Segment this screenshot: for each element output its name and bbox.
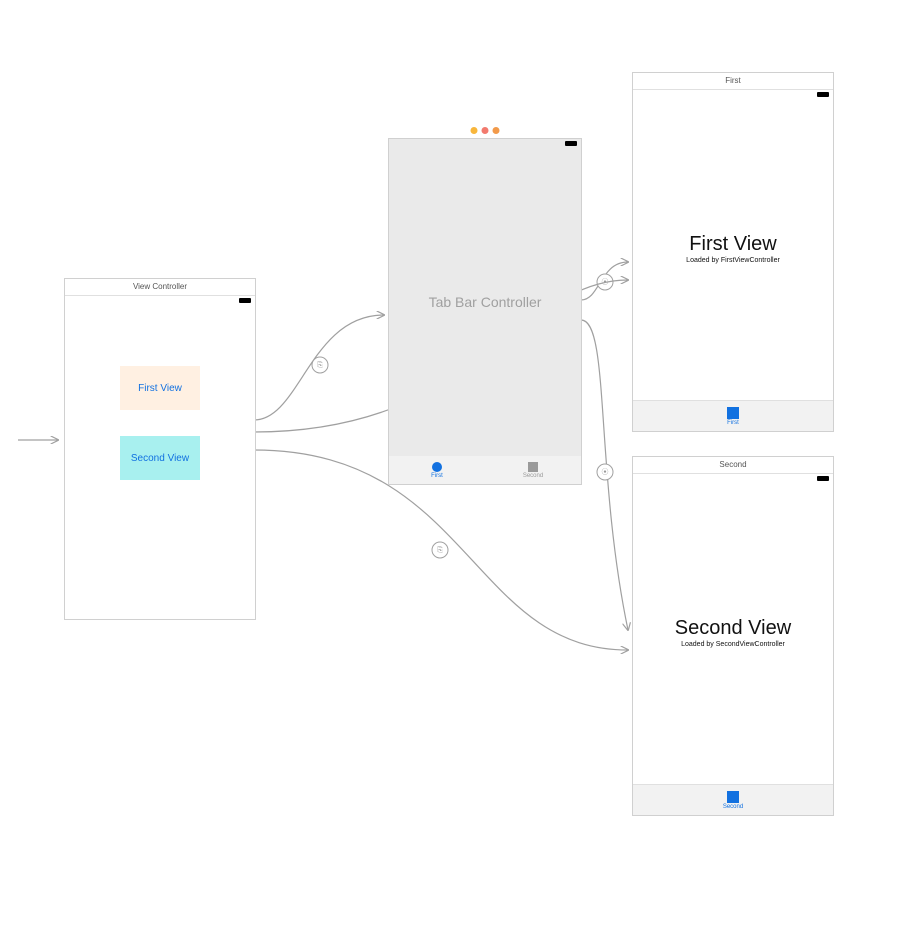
battery-icon — [817, 92, 829, 97]
tab-bar-first: First — [633, 400, 833, 431]
scene-body-first: First View Loaded by FirstViewController… — [633, 90, 833, 431]
scene-second[interactable]: Second Second View Loaded by SecondViewC… — [632, 456, 834, 816]
second-heading: Second View — [633, 617, 833, 640]
square-icon — [432, 462, 442, 472]
scene-body-vc: First View Second View — [65, 296, 255, 619]
tab-item-second[interactable]: Second — [485, 456, 581, 484]
svg-text:⦿: ⦿ — [602, 278, 609, 286]
tab-bar: First Second — [389, 456, 581, 484]
scene-view-controller[interactable]: View Controller First View Second View — [64, 278, 256, 620]
tab-item-label: First — [431, 473, 443, 479]
scene-title-first: First — [633, 73, 833, 90]
window-traffic-lights — [471, 127, 500, 134]
scene-first[interactable]: First First View Loaded by FirstViewCont… — [632, 72, 834, 432]
second-subheading: Loaded by SecondViewController — [633, 641, 833, 648]
tab-item-label: Second — [523, 473, 543, 479]
dot-red-icon — [482, 127, 489, 134]
battery-icon — [239, 298, 251, 303]
segue-to-first[interactable] — [581, 262, 628, 300]
svg-text:⦿: ⦿ — [602, 468, 609, 476]
tab-bar-second-label: Second — [723, 804, 743, 810]
button-second-view[interactable]: Second View — [120, 436, 200, 480]
storyboard-canvas: ⎘ ⦿ ⦿ ⎘ View Controller First View Secon… — [0, 0, 904, 926]
segue-to-second[interactable] — [581, 320, 628, 630]
scene-title-vc: View Controller — [65, 279, 255, 296]
battery-icon — [817, 476, 829, 481]
dot-yellow-icon — [471, 127, 478, 134]
first-subheading: Loaded by FirstViewController — [633, 257, 833, 264]
square-icon — [528, 462, 538, 472]
scene-body-tabbar: Tab Bar Controller First Second — [389, 139, 581, 484]
scene-body-second: Second View Loaded by SecondViewControll… — [633, 474, 833, 815]
square-icon — [727, 407, 739, 419]
tab-bar-first-label: First — [727, 420, 739, 426]
svg-text:⎘: ⎘ — [437, 546, 443, 554]
button-first-view[interactable]: First View — [120, 366, 200, 410]
tabbar-placeholder-bg: Tab Bar Controller First Second — [389, 139, 581, 484]
svg-text:⎘: ⎘ — [317, 361, 323, 369]
tabbar-controller-label: Tab Bar Controller — [389, 294, 581, 310]
tab-bar-second: Second — [633, 784, 833, 815]
dot-orange-icon — [493, 127, 500, 134]
scene-tab-bar-controller[interactable]: Tab Bar Controller First Second — [388, 138, 582, 485]
first-heading: First View — [633, 233, 833, 256]
segue-to-tabbar[interactable] — [254, 315, 384, 420]
battery-icon — [565, 141, 577, 146]
square-icon — [727, 791, 739, 803]
scene-title-second: Second — [633, 457, 833, 474]
segue-badge-relationship-second[interactable] — [597, 464, 613, 480]
segue-badge-second[interactable] — [432, 542, 448, 558]
tab-item-first[interactable]: First — [389, 456, 485, 484]
segue-badge-present[interactable] — [312, 357, 328, 373]
segue-badge-relationship-first[interactable] — [597, 274, 613, 290]
